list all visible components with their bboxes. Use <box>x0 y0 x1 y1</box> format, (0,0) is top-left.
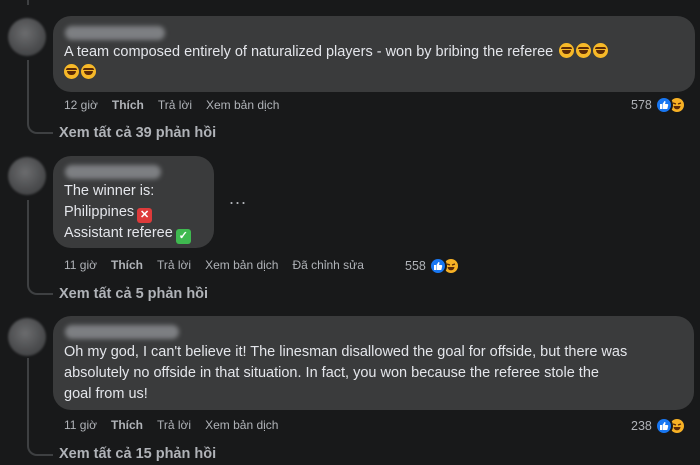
like-button[interactable]: Thích <box>112 98 144 112</box>
author-name-blurred[interactable] <box>65 165 161 179</box>
comment-bubble: A team composed entirely of naturalized … <box>53 16 695 92</box>
reactions-summary[interactable]: 238 <box>631 417 686 435</box>
comment-text: A team composed entirely of naturalized … <box>64 42 684 84</box>
reactions-summary[interactable]: 558 <box>405 257 460 275</box>
laugh-emoji-icon <box>593 43 609 58</box>
comment-bubble: Oh my god, I can't believe it! The lines… <box>53 316 694 410</box>
thread-line-top <box>27 0 29 5</box>
translate-link[interactable]: Xem bản dịch <box>206 98 279 112</box>
comment-text: The winner is: Philippines ✕ Assistant re… <box>64 181 214 244</box>
comment-text-line: absolutely no offside in that situation.… <box>64 365 599 381</box>
thread-elbow-1 <box>27 60 53 134</box>
comment-text: Oh my god, I can't believe it! The lines… <box>64 342 692 405</box>
avatar[interactable] <box>8 157 46 195</box>
edited-label: Đã chỉnh sửa <box>292 258 364 272</box>
avatar[interactable] <box>8 318 46 356</box>
reply-button[interactable]: Trả lời <box>157 418 191 432</box>
reaction-count: 558 <box>405 259 426 273</box>
like-reaction-icon <box>654 417 673 435</box>
comment-bubble: The winner is: Philippines ✕ Assistant re… <box>53 156 214 248</box>
cross-mark-icon: ✕ <box>137 208 153 223</box>
more-options-icon[interactable]: ... <box>229 188 247 209</box>
like-reaction-icon <box>654 96 673 114</box>
thread-elbow-3 <box>27 358 53 456</box>
avatar[interactable] <box>8 18 46 56</box>
comment-text-line: Assistant referee <box>64 225 173 241</box>
laugh-emoji-icon <box>559 43 575 58</box>
thread-elbow-2 <box>27 200 53 295</box>
timestamp[interactable]: 11 giờ <box>64 258 97 272</box>
laugh-emoji-icon <box>576 43 592 58</box>
translate-link[interactable]: Xem bản dịch <box>205 258 278 272</box>
reply-button[interactable]: Trả lời <box>157 258 191 272</box>
comment-actions: 11 giờ Thích Trả lời Xem bản dịch <box>64 418 292 432</box>
comment-text-line: Oh my god, I can't believe it! The lines… <box>64 344 628 360</box>
timestamp[interactable]: 12 giờ <box>64 98 98 112</box>
comment-text-line: The winner is: <box>64 183 155 199</box>
check-mark-icon: ✓ <box>175 229 191 244</box>
like-button[interactable]: Thích <box>111 258 143 272</box>
like-reaction-icon <box>428 257 447 275</box>
view-replies-link[interactable]: Xem tất cả 5 phản hồi <box>59 286 208 302</box>
translate-link[interactable]: Xem bản dịch <box>205 418 278 432</box>
author-name-blurred[interactable] <box>65 26 165 40</box>
reactions-summary[interactable]: 578 <box>631 96 686 114</box>
reply-button[interactable]: Trả lời <box>158 98 192 112</box>
comment-actions: 11 giờ Thích Trả lời Xem bản dịch Đã chỉ… <box>64 258 378 272</box>
laugh-emoji-icon <box>81 64 96 79</box>
timestamp[interactable]: 11 giờ <box>64 418 97 432</box>
comment-text-line: goal from us! <box>64 386 148 402</box>
view-replies-link[interactable]: Xem tất cả 15 phản hồi <box>59 446 216 462</box>
author-name-blurred[interactable] <box>65 325 179 339</box>
reaction-count: 578 <box>631 98 652 112</box>
like-button[interactable]: Thích <box>111 418 143 432</box>
comment-text-line: Philippines <box>64 204 135 220</box>
reaction-count: 238 <box>631 419 652 433</box>
comment-text-line: A team composed entirely of naturalized … <box>64 44 554 60</box>
comment-actions: 12 giờ Thích Trả lời Xem bản dịch <box>64 98 293 112</box>
laugh-emoji-icon <box>64 64 79 79</box>
view-replies-link[interactable]: Xem tất cả 39 phản hồi <box>59 125 216 141</box>
